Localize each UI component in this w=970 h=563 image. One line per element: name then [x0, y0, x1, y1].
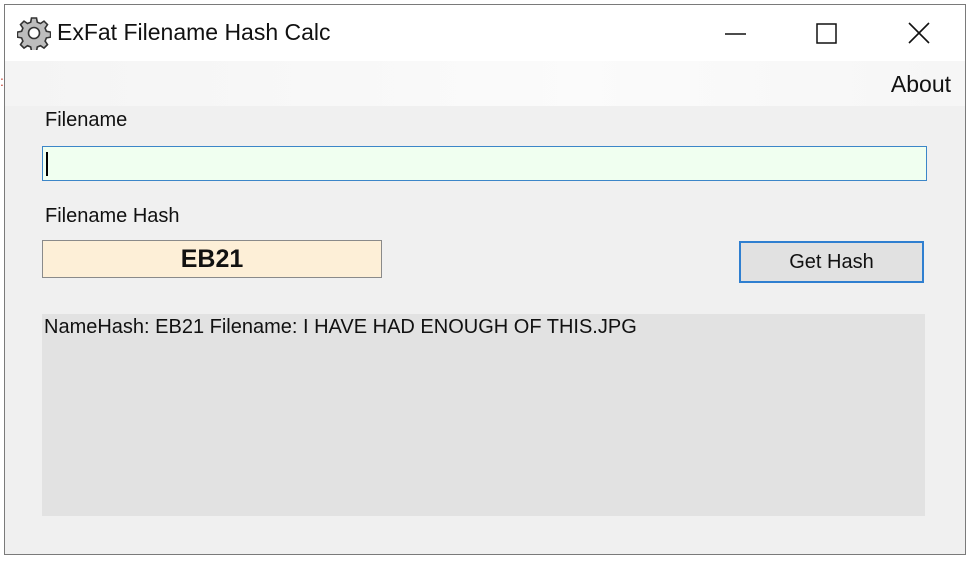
filename-hash-value: EB21 [42, 240, 382, 278]
minimize-button[interactable] [688, 5, 780, 61]
maximize-button[interactable] [780, 5, 872, 61]
app-window: ExFat Filename Hash Calc About Filename … [4, 4, 966, 555]
close-icon [908, 22, 930, 44]
get-hash-button[interactable]: Get Hash [739, 241, 924, 283]
filename-input[interactable] [42, 146, 927, 181]
output-line: NameHash: EB21 Filename: I HAVE HAD ENOU… [44, 316, 637, 338]
menu-bar: About [5, 61, 965, 106]
maximize-icon [816, 23, 837, 44]
close-button[interactable] [872, 5, 964, 61]
output-log[interactable]: NameHash: EB21 Filename: I HAVE HAD ENOU… [42, 314, 925, 516]
filename-hash-label: Filename Hash [45, 205, 180, 227]
filename-label: Filename [45, 109, 128, 131]
minimize-icon [725, 33, 746, 35]
menu-item-about[interactable]: About [889, 71, 953, 98]
window-title: ExFat Filename Hash Calc [57, 19, 331, 45]
title-bar[interactable]: ExFat Filename Hash Calc [5, 5, 965, 61]
gear-icon [16, 16, 52, 52]
text-caret [46, 152, 48, 176]
